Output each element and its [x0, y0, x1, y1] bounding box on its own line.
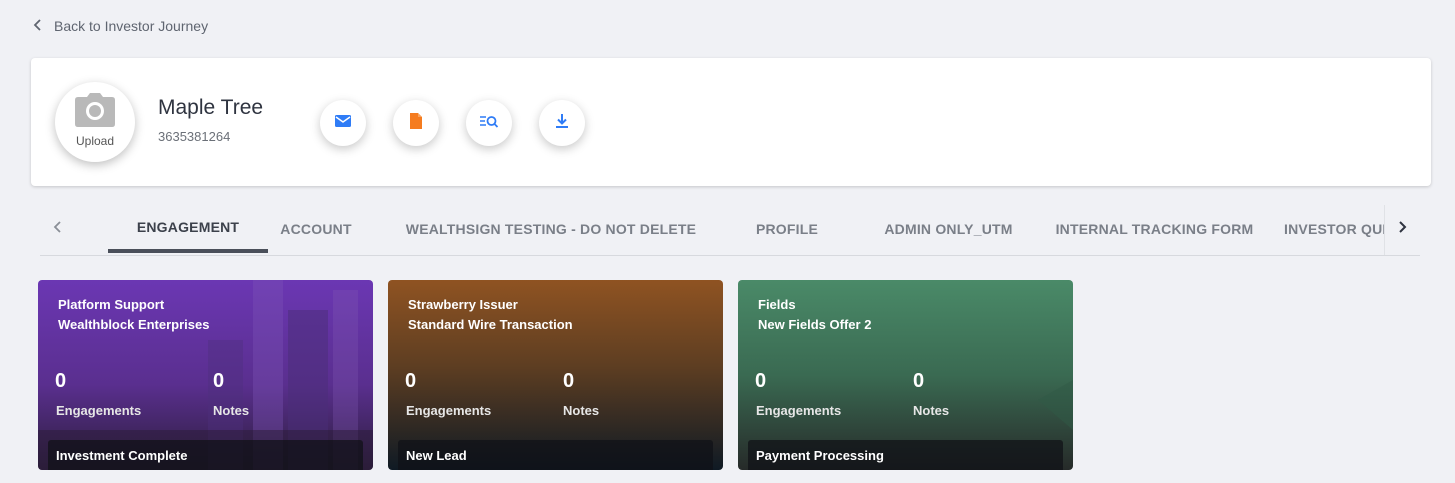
card-subtitle: Standard Wire Transaction — [408, 317, 573, 332]
engagement-card[interactable]: Platform Support Wealthblock Enterprises… — [38, 280, 373, 470]
notes-count: 0 — [913, 370, 925, 392]
card-subtitle: Wealthblock Enterprises — [58, 317, 210, 332]
profile-card: Upload Maple Tree 3635381264 — [31, 58, 1431, 186]
notes-label: Notes — [213, 403, 250, 418]
card-subtitle: New Fields Offer 2 — [758, 317, 872, 332]
engagements-count: 0 — [755, 370, 767, 392]
notes-label: Notes — [913, 403, 950, 418]
tab-internal-tracking-form[interactable]: INTERNAL TRACKING FORM — [1052, 205, 1257, 253]
document-button[interactable] — [393, 100, 439, 146]
tabs-scroll-right-button[interactable] — [1384, 205, 1420, 254]
engagements-label: Engagements — [756, 403, 842, 418]
tabs-scroll-left-button[interactable] — [40, 205, 76, 254]
tabs-viewport: ENGAGEMENT ACCOUNT WEALTHSIGN TESTING - … — [76, 205, 1385, 255]
engagements-label: Engagements — [406, 403, 492, 418]
status-bar: New Lead — [398, 440, 713, 470]
card-title: Fields — [758, 297, 796, 312]
profile-phone: 3635381264 — [158, 129, 231, 144]
document-icon — [406, 111, 426, 136]
download-button[interactable] — [539, 100, 585, 146]
engagement-card[interactable]: Strawberry Issuer Standard Wire Transact… — [388, 280, 723, 470]
engagement-card[interactable]: Fields New Fields Offer 2 0 0 Engagement… — [738, 280, 1073, 470]
chevron-left-icon — [32, 18, 44, 34]
camera-icon — [75, 92, 115, 132]
tab-wealthsign-testing[interactable]: WEALTHSIGN TESTING - DO NOT DELETE — [406, 205, 696, 253]
status-bar: Investment Complete — [48, 440, 363, 470]
card-title: Strawberry Issuer — [408, 297, 518, 312]
profile-name: Maple Tree — [158, 96, 264, 119]
tab-admin-only-utm[interactable]: ADMIN ONLY_UTM — [876, 205, 1021, 253]
download-icon — [552, 111, 572, 136]
tab-engagement[interactable]: ENGAGEMENT — [108, 205, 268, 253]
engagements-count: 0 — [55, 370, 67, 392]
back-link-label: Back to Investor Journey — [54, 18, 209, 34]
search-list-button[interactable] — [466, 100, 512, 146]
engagements-count: 0 — [405, 370, 417, 392]
tabs-bar: ENGAGEMENT ACCOUNT WEALTHSIGN TESTING - … — [40, 205, 1420, 256]
avatar-upload-button[interactable]: Upload — [55, 82, 135, 162]
tab-account[interactable]: ACCOUNT — [276, 205, 356, 253]
notes-label: Notes — [563, 403, 600, 418]
chevron-left-icon — [51, 220, 65, 239]
email-button[interactable] — [320, 100, 366, 146]
list-search-icon — [479, 111, 499, 136]
notes-count: 0 — [563, 370, 575, 392]
chevron-right-icon — [1395, 220, 1409, 239]
status-bar: Payment Processing — [748, 440, 1063, 470]
tab-profile[interactable]: PROFILE — [742, 205, 832, 253]
tab-investor-questionnaire[interactable]: INVESTOR QUES — [1284, 205, 1384, 253]
card-title: Platform Support — [58, 297, 165, 312]
back-to-investor-journey-link[interactable]: Back to Investor Journey — [32, 18, 208, 34]
engagements-label: Engagements — [56, 403, 142, 418]
envelope-icon — [333, 111, 353, 136]
upload-label: Upload — [75, 133, 115, 148]
notes-count: 0 — [213, 370, 225, 392]
